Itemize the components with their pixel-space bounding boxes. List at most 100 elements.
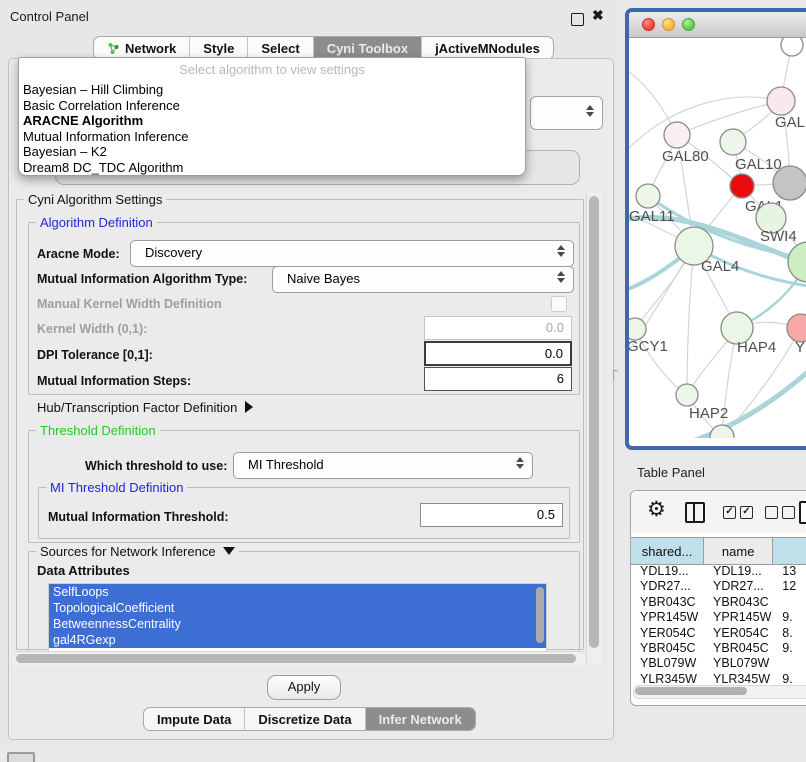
- tab-style[interactable]: Style: [190, 37, 248, 59]
- table-row[interactable]: YDL19...YDL19...13: [631, 564, 806, 579]
- attribute-betweennesscentrality[interactable]: BetweennessCentrality: [49, 616, 546, 632]
- network-node-gcy1[interactable]: [629, 318, 646, 340]
- table-row[interactable]: YDR27...YDR27...12: [631, 579, 806, 594]
- node-label-gal10: GAL10: [735, 156, 782, 173]
- table-cell: YDR27...: [631, 579, 704, 594]
- network-node[interactable]: [773, 166, 806, 200]
- table-horizontal-scrollbar[interactable]: [633, 685, 806, 699]
- tab-select[interactable]: Select: [248, 37, 313, 59]
- table-row[interactable]: YBR045CYBR045C9.: [631, 641, 806, 656]
- tab-infer-network[interactable]: Infer Network: [366, 708, 475, 730]
- algorithm-option-bayesian-k2[interactable]: Bayesian – K2: [22, 144, 522, 160]
- dpi-tolerance-field[interactable]: 0.0: [424, 341, 572, 366]
- mi-steps-label: Mutual Information Steps:: [37, 374, 191, 388]
- table-cell: YDL19...: [631, 564, 704, 579]
- panel-splitter-handle[interactable]: [613, 370, 618, 380]
- table-cell: 8.: [773, 626, 806, 641]
- mi-threshold-field[interactable]: 0.5: [420, 503, 563, 527]
- column-header-name[interactable]: name: [704, 538, 773, 564]
- network-node-gal[interactable]: [767, 87, 795, 115]
- table-panel-title: Table Panel: [637, 465, 705, 480]
- mac-close-icon[interactable]: [642, 18, 655, 31]
- table-cell: YBR045C: [704, 641, 773, 656]
- close-panel-icon[interactable]: ✖: [592, 7, 604, 24]
- sources-title-row[interactable]: Sources for Network Inference: [36, 544, 239, 559]
- deselect-all-checkbox-icon[interactable]: [782, 506, 795, 519]
- network-node-y[interactable]: [787, 314, 806, 342]
- tab-label: Cyni Toolbox: [327, 41, 408, 56]
- settings-horizontal-scrollbar-thumb[interactable]: [16, 654, 576, 663]
- algorithm-option-bayesian-hill-climbing[interactable]: Bayesian – Hill Climbing: [22, 82, 522, 98]
- tab-impute-data[interactable]: Impute Data: [144, 708, 245, 730]
- algorithm-option-mutual-information-inference[interactable]: Mutual Information Inference: [22, 129, 522, 145]
- manual-kernel-width-checkbox[interactable]: [551, 296, 567, 312]
- network-node-gal10[interactable]: [720, 129, 746, 155]
- control-panel-title: Control Panel: [10, 9, 89, 24]
- table-row[interactable]: YPR145WYPR145W9.: [631, 610, 806, 625]
- network-view-window[interactable]: GALGAL80GAL10GAL1GAL11SWI4GAL4GCY1HAP4YH…: [625, 8, 806, 450]
- kernel-width-field[interactable]: 0.0: [424, 316, 572, 340]
- mi-steps-field[interactable]: 6: [424, 367, 572, 391]
- select-all-checkbox-icon[interactable]: ✓: [740, 506, 753, 519]
- network-node-gal80[interactable]: [664, 122, 690, 148]
- table-horizontal-scrollbar-thumb[interactable]: [635, 687, 747, 695]
- network-node-gal11[interactable]: [636, 184, 660, 208]
- attributes-scrollbar[interactable]: [535, 587, 545, 647]
- float-window-icon[interactable]: [571, 13, 584, 26]
- split-columns-icon[interactable]: [685, 502, 705, 523]
- network-node[interactable]: [788, 242, 806, 282]
- expander-down-icon: [223, 547, 235, 555]
- tab-network[interactable]: Network: [94, 37, 190, 59]
- mac-minimize-icon[interactable]: [662, 18, 675, 31]
- attribute-selfloops[interactable]: SelfLoops: [49, 584, 546, 600]
- table-row[interactable]: YBL079WYBL079W: [631, 656, 806, 671]
- tab-label: Style: [203, 41, 234, 56]
- data-attributes-list[interactable]: SelfLoopsTopologicalCoefficientBetweenne…: [48, 583, 547, 653]
- attribute-gal4rgexp[interactable]: gal4RGexp: [49, 632, 546, 648]
- tab-discretize-data[interactable]: Discretize Data: [245, 708, 365, 730]
- mi-algorithm-type-combo[interactable]: Naive Bayes: [272, 266, 574, 293]
- control-panel-titlebar[interactable]: Control Panel ✖: [0, 0, 620, 32]
- settings-vertical-scrollbar[interactable]: [586, 193, 602, 665]
- apply-button[interactable]: Apply: [267, 675, 341, 700]
- algorithm-option-dream8-dc-tdc-algorithm[interactable]: Dream8 DC_TDC Algorithm: [22, 160, 522, 176]
- tab-label: Select: [261, 41, 299, 56]
- select-all-checkbox-icon[interactable]: ✓: [723, 506, 736, 519]
- network-window-titlebar[interactable]: [629, 12, 806, 38]
- settings-vertical-scrollbar-thumb[interactable]: [589, 196, 599, 648]
- mi-threshold-label: Mutual Information Threshold:: [48, 510, 229, 524]
- tab-jactivemnodules[interactable]: jActiveMNodules: [422, 37, 553, 59]
- algorithm-option-aracne-algorithm[interactable]: ARACNE Algorithm: [22, 113, 522, 129]
- network-tab-icon: [107, 42, 120, 55]
- inference-algorithm-combo-fragment[interactable]: [530, 96, 603, 130]
- control-panel-window: Control Panel ✖ Network Style Select Cyni T…: [0, 0, 620, 748]
- column-header-shared[interactable]: shared...: [631, 538, 704, 564]
- cyni-algorithm-settings-title: Cyni Algorithm Settings: [24, 192, 166, 207]
- file-icon[interactable]: [799, 501, 806, 524]
- gear-icon[interactable]: ⚙: [647, 497, 666, 522]
- attribute-topologicalcoefficient[interactable]: TopologicalCoefficient: [49, 600, 546, 616]
- floating-panel-icon[interactable]: [7, 752, 35, 762]
- hub-definition-expander[interactable]: Hub/Transcription Factor Definition: [37, 400, 253, 415]
- attributes-scrollbar-thumb[interactable]: [536, 587, 544, 643]
- network-canvas[interactable]: GALGAL80GAL10GAL1GAL11SWI4GAL4GCY1HAP4YH…: [629, 38, 806, 438]
- settings-horizontal-scrollbar[interactable]: [14, 651, 586, 666]
- expander-right-icon: [245, 401, 253, 413]
- table-cell: 13: [773, 564, 806, 579]
- column-header-hidden[interactable]: [773, 538, 806, 564]
- network-node-gal1[interactable]: [730, 174, 754, 198]
- aracne-mode-combo[interactable]: Discovery: [130, 240, 574, 267]
- network-node-hap2[interactable]: [676, 384, 698, 406]
- mac-zoom-icon[interactable]: [682, 18, 695, 31]
- deselect-all-checkbox-icon[interactable]: [765, 506, 778, 519]
- hub-definition-label: Hub/Transcription Factor Definition: [37, 400, 237, 415]
- table-cell: YBR045C: [631, 641, 704, 656]
- which-threshold-combo[interactable]: MI Threshold: [233, 452, 533, 479]
- table-row[interactable]: YBR043CYBR043C: [631, 595, 806, 610]
- table-cell: YPR145W: [631, 610, 704, 625]
- table-row[interactable]: YLR345WYLR345W9.: [631, 672, 806, 683]
- tab-cyni-toolbox[interactable]: Cyni Toolbox: [314, 37, 422, 59]
- algorithm-option-basic-correlation-inference[interactable]: Basic Correlation Inference: [22, 98, 522, 114]
- network-node[interactable]: [781, 38, 803, 56]
- table-row[interactable]: YER054CYER054C8.: [631, 626, 806, 641]
